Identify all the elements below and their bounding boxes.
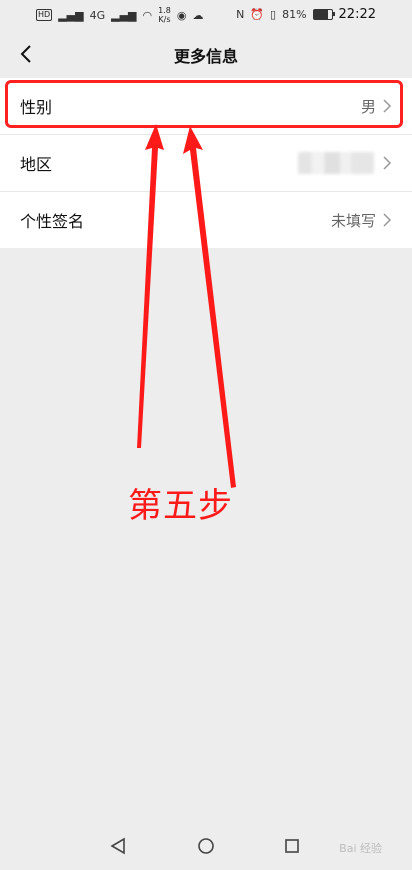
nav-bar: 更多信息: [0, 30, 412, 78]
wechat-icon: ☁: [192, 8, 204, 22]
row-signature[interactable]: 个性签名 未填写: [0, 191, 412, 248]
network-label: 4G: [89, 8, 106, 22]
network-speed: 1.8 K/s: [158, 6, 171, 24]
clock: 22:22: [338, 7, 376, 22]
nav-back-button[interactable]: [104, 832, 132, 860]
speed-value: 1.8: [158, 6, 171, 15]
highlight-box: [5, 80, 403, 128]
nfc-icon: N: [236, 8, 245, 21]
square-recents-icon: [285, 839, 299, 853]
vibrate-icon: ▯: [270, 8, 277, 21]
nav-recents-button[interactable]: [278, 832, 306, 860]
alarm-icon: ⏰: [250, 8, 265, 21]
nav-home-button[interactable]: [192, 832, 220, 860]
watermark: Bai 经验: [339, 842, 382, 855]
circle-home-icon: [198, 838, 214, 854]
speed-unit: K/s: [158, 15, 171, 24]
eye-icon: ◉: [176, 8, 187, 22]
triangle-back-icon: [110, 837, 125, 855]
status-bar: HD ▂▄▆ 4G ▂▄▆ ◠ 1.8 K/s ◉ ☁ N ⏰ ▯ 81% 22…: [0, 0, 412, 30]
blurred-region-value: [298, 152, 374, 174]
page-title: 更多信息: [173, 47, 238, 66]
signal-icon-2: ▂▄▆: [111, 8, 137, 22]
hd-icon: HD: [36, 9, 53, 21]
row-label: 个性签名: [20, 212, 85, 231]
battery-percent: 81%: [282, 8, 307, 21]
row-region[interactable]: 地区: [0, 134, 412, 191]
battery-icon: [312, 9, 335, 20]
status-right-icons: N ⏰ ▯ 81% 22:22: [236, 7, 376, 22]
row-value: 未填写: [330, 211, 376, 230]
chevron-right-icon: [383, 213, 392, 227]
row-label: 地区: [20, 155, 53, 174]
chevron-right-icon: [383, 156, 392, 170]
wifi-icon: ◠: [142, 8, 153, 22]
signal-icon: ▂▄▆: [58, 8, 84, 22]
step-label: 第五步: [128, 486, 233, 526]
status-left-icons: HD ▂▄▆ 4G ▂▄▆ ◠ 1.8 K/s ◉ ☁: [36, 6, 203, 24]
